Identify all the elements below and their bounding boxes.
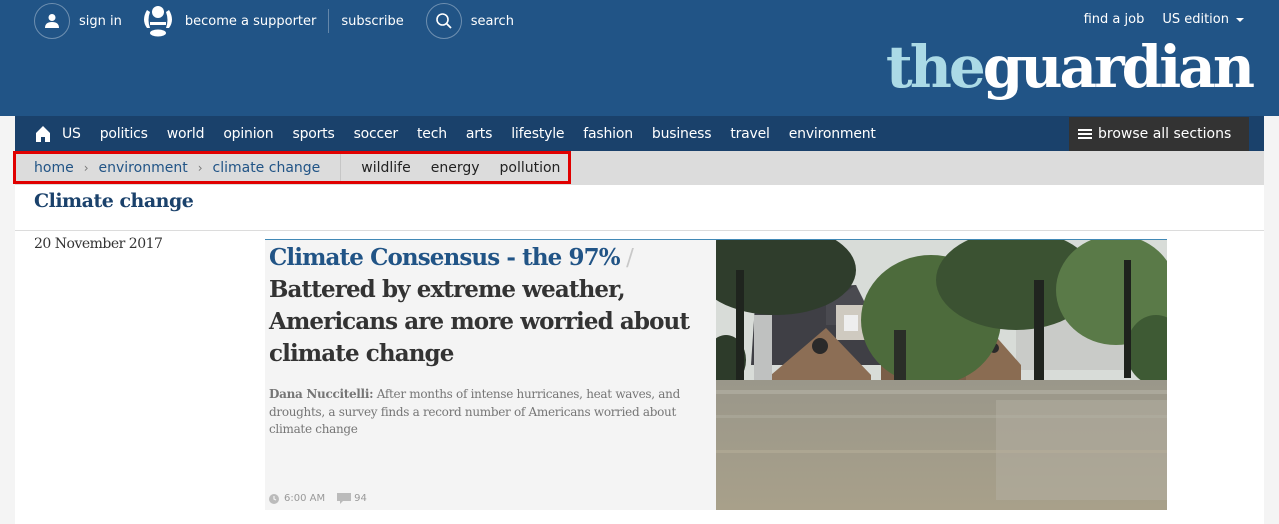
nav-item-lifestyle[interactable]: lifestyle	[511, 126, 564, 142]
browse-all-sections-button[interactable]: browse all sections	[1069, 117, 1249, 151]
home-icon[interactable]	[34, 125, 52, 143]
divider	[15, 230, 1264, 231]
subscribe-link[interactable]: subscribe	[341, 14, 403, 29]
search-link[interactable]: search	[471, 14, 514, 29]
nav-item-business[interactable]: business	[652, 126, 712, 142]
nav-item-travel[interactable]: travel	[730, 126, 770, 142]
kicker-separator: /	[619, 245, 634, 271]
article-time: 6:00 AM	[284, 493, 326, 504]
date-label: 20 November 2017	[34, 236, 163, 252]
main-nav: US politics world opinion sports soccer …	[15, 116, 1264, 151]
edition-selector[interactable]: US edition	[1162, 12, 1244, 27]
guardian-roundel-icon[interactable]	[140, 3, 176, 39]
nav-item-us[interactable]: US	[62, 126, 81, 142]
article-title: Battered by extreme weather, Americans a…	[269, 276, 690, 367]
section-title[interactable]: Climate change	[34, 190, 194, 212]
clock-icon	[269, 493, 279, 504]
page-gutter	[1264, 185, 1279, 524]
nav-item-arts[interactable]: arts	[466, 126, 493, 142]
divider	[328, 9, 330, 33]
find-a-job-link[interactable]: find a job	[1084, 12, 1145, 27]
chevron-down-icon	[1236, 17, 1244, 22]
highlight-box	[13, 151, 571, 184]
nav-item-world[interactable]: world	[167, 126, 205, 142]
comment-icon[interactable]	[337, 493, 352, 504]
nav-item-fashion[interactable]: fashion	[583, 126, 633, 142]
article-standfirst: Dana Nuccitelli: After months of intense…	[269, 386, 709, 439]
nav-item-opinion[interactable]: opinion	[223, 126, 273, 142]
top-right-links: find a job US edition	[1084, 12, 1244, 27]
article-image[interactable]	[716, 240, 1167, 510]
nav-item-politics[interactable]: politics	[100, 126, 148, 142]
menu-icon	[1078, 129, 1092, 139]
user-icon[interactable]	[34, 3, 70, 39]
flooded-houses-image	[716, 240, 1167, 510]
logo-the: the	[885, 33, 986, 101]
top-header: sign in become a supporter subscribe sea…	[0, 0, 1279, 116]
nav-item-tech[interactable]: tech	[417, 126, 447, 142]
guardian-logo[interactable]: theguardian	[885, 32, 1255, 102]
browse-label: browse all sections	[1098, 126, 1232, 142]
edition-label: US edition	[1162, 12, 1229, 27]
nav-item-environment[interactable]: environment	[789, 126, 876, 142]
nav-item-soccer[interactable]: soccer	[354, 126, 399, 142]
article-text: Climate Consensus - the 97% / Battered b…	[269, 242, 709, 439]
article-headline[interactable]: Climate Consensus - the 97% / Battered b…	[269, 242, 709, 370]
comment-count[interactable]: 94	[354, 493, 367, 504]
become-supporter-link[interactable]: become a supporter	[185, 14, 317, 29]
article-card[interactable]: Climate Consensus - the 97% / Battered b…	[265, 239, 1167, 510]
article-meta: 6:00 AM 94	[269, 493, 367, 504]
top-links: sign in become a supporter subscribe sea…	[34, 3, 514, 39]
sign-in-link[interactable]: sign in	[79, 14, 122, 29]
article-byline: Dana Nuccitelli:	[269, 387, 374, 401]
article-kicker: Climate Consensus - the 97%	[269, 244, 621, 271]
nav-item-sports[interactable]: sports	[292, 126, 334, 142]
search-icon[interactable]	[425, 3, 462, 39]
logo-guardian: guardian	[982, 33, 1255, 101]
